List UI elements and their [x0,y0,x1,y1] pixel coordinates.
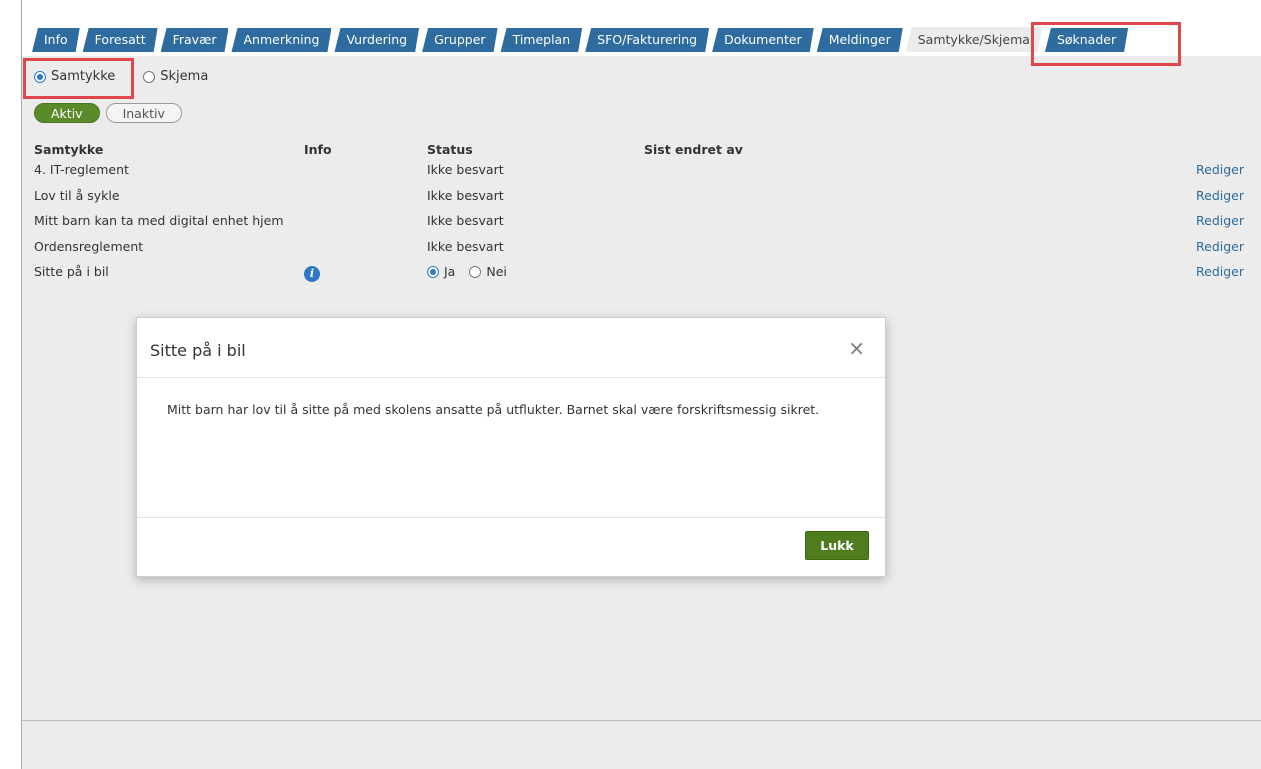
row-status: Ikke besvart [427,187,504,203]
row-name: Ordensreglement [34,238,144,254]
dialog-footer: Lukk [137,517,885,577]
header-sist-endret-av: Sist endret av [644,142,743,157]
filter-aktiv-button[interactable]: Aktiv [34,103,100,123]
close-icon[interactable]: × [848,336,865,360]
header-info: Info [304,142,332,157]
radio-nei-label: Nei [486,264,507,279]
close-dialog-button[interactable]: Lukk [805,531,869,560]
filter-inaktiv-button[interactable]: Inaktiv [105,103,182,123]
radio-ja[interactable]: Ja [427,264,455,279]
table-row: 4. IT-reglement Ikke besvart Rediger [34,162,1244,188]
consent-table: Samtykke Info Status Sist endret av 4. I… [34,142,1244,290]
tab-dokumenter[interactable]: Dokumenter [712,28,814,52]
row-status: Ikke besvart [427,238,504,254]
tab-timeplan[interactable]: Timeplan [501,28,583,52]
dialog-title: Sitte på i bil [150,341,246,360]
radio-indicator [143,70,156,83]
row-name: Sitte på i bil [34,264,109,279]
radio-selected-indicator [427,265,439,278]
radio-skjema-label: Skjema [160,69,209,84]
table-row: Mitt barn kan ta med digital enhet hjem … [34,213,1244,239]
app-frame: Info Foresatt Fravær Anmerkning Vurderin… [21,0,1261,769]
header-status: Status [427,142,473,157]
yes-no-radio-group: Ja Nei [427,264,521,279]
radio-skjema[interactable]: Skjema [143,69,208,84]
radio-ja-label: Ja [444,264,456,279]
header-samtykke: Samtykke [34,142,104,157]
status-filter: Aktiv Inaktiv [34,103,188,123]
radio-samtykke[interactable]: Samtykke [34,69,115,84]
tab-vurdering[interactable]: Vurdering [334,28,419,52]
tab-sfo-fakturering[interactable]: SFO/Fakturering [585,28,709,52]
radio-selected-indicator [34,70,46,83]
edit-link[interactable]: Rediger [1196,264,1244,279]
radio-samtykke-label: Samtykke [51,69,116,84]
info-icon[interactable]: i [304,266,320,282]
radio-nei[interactable]: Nei [469,264,507,279]
tab-bar: Info Foresatt Fravær Anmerkning Vurderin… [22,0,1261,56]
dialog-header: Sitte på i bil × [137,318,885,378]
tab-soknader[interactable]: Søknader [1045,28,1128,52]
tab-samtykke-skjema[interactable]: Samtykke/Skjema [906,27,1042,52]
tab-foresatt[interactable]: Foresatt [83,28,158,52]
footer-divider [22,720,1261,721]
mode-radio-group: Samtykke Skjema [34,69,236,84]
tab-anmerkning[interactable]: Anmerkning [231,28,331,52]
tab-info[interactable]: Info [32,28,80,52]
table-row: Sitte på i bil i Ja Nei Rediger [34,264,1244,290]
tab-grupper[interactable]: Grupper [422,28,497,52]
row-status: Ikke besvart [427,213,504,228]
row-name: Mitt barn kan ta med digital enhet hjem [34,213,284,228]
row-name: 4. IT-reglement [34,162,129,177]
table-row: Ordensreglement Ikke besvart Rediger [34,239,1244,265]
edit-link[interactable]: Rediger [1196,239,1244,254]
tab-meldinger[interactable]: Meldinger [817,28,903,52]
dialog-body-text: Mitt barn har lov til å sitte på med sko… [167,402,820,417]
edit-link[interactable]: Rediger [1196,188,1244,203]
radio-indicator [469,265,482,278]
table-row: Lov til å sykle Ikke besvart Rediger [34,188,1244,214]
tab-row: Info Foresatt Fravær Anmerkning Vurderin… [32,26,1131,52]
row-name: Lov til å sykle [34,187,120,203]
edit-link[interactable]: Rediger [1196,213,1244,228]
row-status: Ikke besvart [427,162,504,177]
info-dialog: Sitte på i bil × Mitt barn har lov til å… [136,317,886,577]
edit-link[interactable]: Rediger [1196,162,1244,177]
tab-fravaer[interactable]: Fravær [161,28,229,52]
table-header: Samtykke Info Status Sist endret av [34,142,1244,162]
